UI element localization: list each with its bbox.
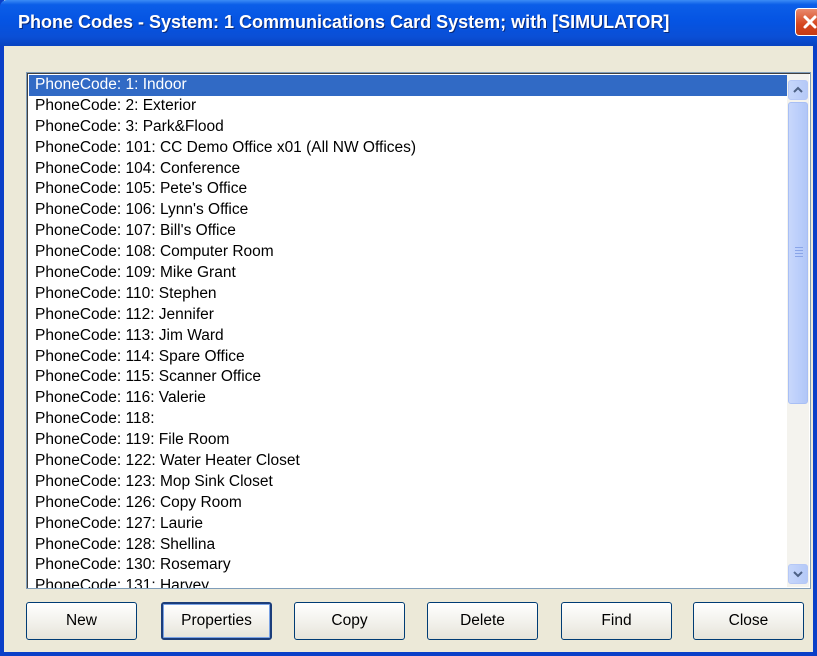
grip-line: [795, 247, 803, 248]
list-item[interactable]: PhoneCode: 3: Park&Flood: [29, 117, 787, 138]
list-item[interactable]: PhoneCode: 112: Jennifer: [29, 305, 787, 326]
delete-button[interactable]: Delete: [427, 602, 538, 640]
phone-codes-dialog: Phone Codes - System: 1 Communications C…: [0, 0, 817, 656]
list-item[interactable]: PhoneCode: 116: Valerie: [29, 388, 787, 409]
list-item[interactable]: PhoneCode: 113: Jim Ward: [29, 326, 787, 347]
new-button-label: New: [65, 612, 97, 629]
list-item[interactable]: PhoneCode: 126: Copy Room: [29, 493, 787, 514]
properties-button[interactable]: Properties: [161, 602, 272, 640]
copy-button[interactable]: Copy: [294, 602, 405, 640]
list-item[interactable]: PhoneCode: 104: Conference: [29, 159, 787, 180]
scroll-thumb[interactable]: [788, 102, 808, 404]
vertical-scrollbar[interactable]: [787, 74, 809, 587]
list-item[interactable]: PhoneCode: 1: Indoor: [29, 75, 787, 96]
grip-line: [795, 256, 803, 257]
list-item[interactable]: PhoneCode: 109: Mike Grant: [29, 263, 787, 284]
list-item[interactable]: PhoneCode: 2: Exterior: [29, 96, 787, 117]
list-item[interactable]: PhoneCode: 131: Harvey: [29, 576, 787, 588]
close-button-label: Close: [728, 612, 769, 629]
delete-button-label: Delete: [460, 612, 505, 629]
list-item[interactable]: PhoneCode: 110: Stephen: [29, 284, 787, 305]
phone-code-listbox[interactable]: PhoneCode: 1: Indoor PhoneCode: 2: Exteri…: [26, 72, 811, 589]
phone-code-list: PhoneCode: 1: Indoor PhoneCode: 2: Exteri…: [29, 75, 787, 588]
title-bar[interactable]: Phone Codes - System: 1 Communications C…: [0, 0, 817, 46]
close-window-button[interactable]: [795, 8, 817, 36]
scroll-down-button[interactable]: [788, 564, 808, 584]
chevron-down-icon: [793, 571, 803, 578]
list-item[interactable]: PhoneCode: 114: Spare Office: [29, 347, 787, 368]
scroll-up-button[interactable]: [788, 80, 808, 100]
list-item[interactable]: PhoneCode: 130: Rosemary: [29, 555, 787, 576]
list-item[interactable]: PhoneCode: 115: Scanner Office: [29, 367, 787, 388]
list-item[interactable]: PhoneCode: 128: Shellina: [29, 535, 787, 556]
list-item[interactable]: PhoneCode: 122: Water Heater Closet: [29, 451, 787, 472]
list-item[interactable]: PhoneCode: 105: Pete's Office: [29, 179, 787, 200]
list-item[interactable]: PhoneCode: 127: Laurie: [29, 514, 787, 535]
dialog-client-area: PhoneCode: 1: Indoor PhoneCode: 2: Exteri…: [4, 46, 813, 652]
copy-button-label: Copy: [331, 612, 368, 629]
list-item[interactable]: PhoneCode: 107: Bill's Office: [29, 221, 787, 242]
list-item[interactable]: PhoneCode: 101: CC Demo Office x01 (All …: [29, 138, 787, 159]
list-item[interactable]: PhoneCode: 123: Mop Sink Closet: [29, 472, 787, 493]
list-item[interactable]: PhoneCode: 106: Lynn's Office: [29, 200, 787, 221]
grip-line: [795, 253, 803, 254]
close-x-icon: [803, 15, 816, 29]
new-button[interactable]: New: [26, 602, 137, 640]
button-row: New Properties Copy Delete Find Close: [26, 602, 811, 642]
chevron-up-icon: [793, 86, 803, 93]
find-button-label: Find: [601, 612, 632, 629]
list-item[interactable]: PhoneCode: 108: Computer Room: [29, 242, 787, 263]
list-item[interactable]: PhoneCode: 119: File Room: [29, 430, 787, 451]
window-title: Phone Codes - System: 1 Communications C…: [18, 12, 670, 32]
close-button[interactable]: Close: [693, 602, 804, 640]
find-button[interactable]: Find: [561, 602, 672, 640]
list-item[interactable]: PhoneCode: 118:: [29, 409, 787, 430]
grip-line: [795, 250, 803, 251]
properties-button-label: Properties: [181, 612, 252, 629]
